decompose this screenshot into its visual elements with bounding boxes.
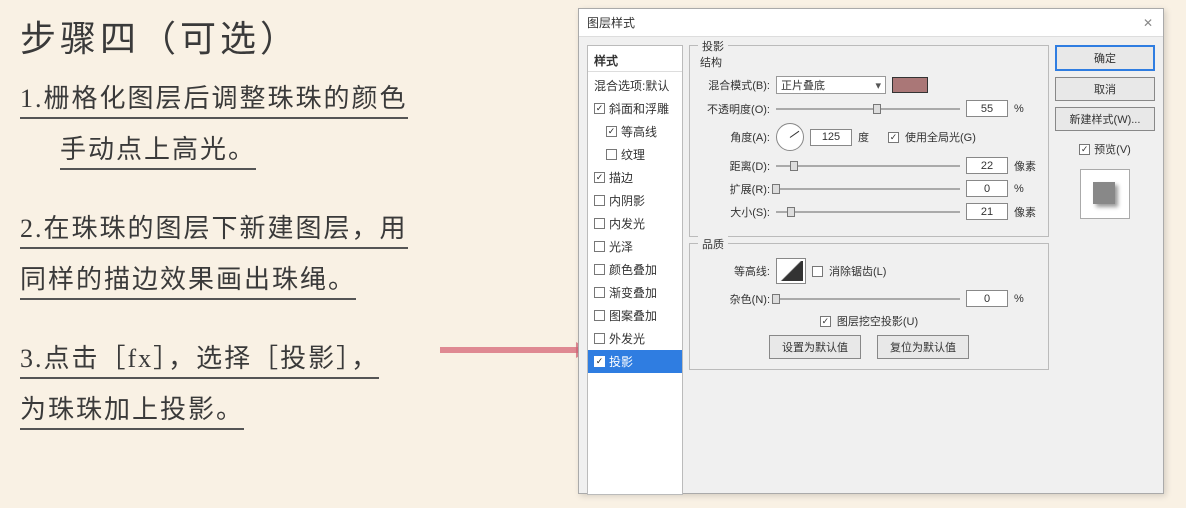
preview-label: 预览(V) — [1094, 141, 1131, 157]
contour-picker[interactable] — [776, 258, 806, 284]
styles-header: 样式 — [588, 50, 682, 72]
style-item-gradientoverlay[interactable]: 渐变叠加 — [588, 281, 682, 304]
angle-value[interactable]: 125 — [810, 129, 852, 146]
step-title: 步骤四（可选） — [20, 10, 560, 62]
opacity-slider[interactable] — [776, 108, 960, 110]
note-line: 手动点上高光。 — [60, 125, 256, 170]
distance-label: 距离(D): — [700, 158, 770, 174]
style-item-outerglow[interactable]: 外发光 — [588, 327, 682, 350]
style-item-satin[interactable]: 光泽 — [588, 235, 682, 258]
note-line: 为珠珠加上投影。 — [20, 385, 244, 430]
opacity-label: 不透明度(O): — [700, 101, 770, 117]
shadow-color-swatch[interactable] — [892, 77, 928, 93]
new-style-button[interactable]: 新建样式(W)... — [1055, 107, 1155, 131]
noise-value[interactable]: 0 — [966, 290, 1008, 307]
style-item-bevel[interactable]: 斜面和浮雕 — [588, 97, 682, 120]
tutorial-notes: 步骤四（可选） 1.栅格化图层后调整珠珠的颜色 手动点上高光。 2.在珠珠的图层… — [20, 10, 560, 464]
style-item-patternoverlay[interactable]: 图案叠加 — [588, 304, 682, 327]
dialog-right-column: 确定 取消 新建样式(W)... 预览(V) — [1055, 45, 1155, 495]
quality-group: 品质 等高线: 消除锯齿(L) 杂色(N): 0 % 图层挖空投影(U) — [689, 243, 1049, 370]
checkbox-icon[interactable] — [594, 287, 605, 298]
dialog-title: 图层样式 — [587, 14, 635, 31]
checkbox-icon[interactable] — [606, 149, 617, 160]
note-line: 1.栅格化图层后调整珠珠的颜色 — [20, 74, 408, 119]
distance-slider[interactable] — [776, 165, 960, 167]
checkbox-icon[interactable] — [606, 126, 617, 137]
make-default-button[interactable]: 设置为默认值 — [769, 335, 861, 359]
checkbox-icon[interactable] — [594, 264, 605, 275]
distance-value[interactable]: 22 — [966, 157, 1008, 174]
cancel-button[interactable]: 取消 — [1055, 77, 1155, 101]
preview-thumbnail — [1080, 169, 1130, 219]
dialog-titlebar: 图层样式 ✕ — [579, 9, 1163, 37]
note-line: 2.在珠珠的图层下新建图层，用 — [20, 204, 408, 249]
blend-mode-label: 混合模式(B): — [700, 77, 770, 93]
global-light-label: 使用全局光(G) — [905, 129, 976, 145]
size-value[interactable]: 21 — [966, 203, 1008, 220]
angle-label: 角度(A): — [700, 129, 770, 145]
checkbox-icon[interactable] — [594, 333, 605, 344]
style-item-innershadow[interactable]: 内阴影 — [588, 189, 682, 212]
knockout-checkbox[interactable] — [820, 316, 831, 327]
reset-default-button[interactable]: 复位为默认值 — [877, 335, 969, 359]
size-label: 大小(S): — [700, 204, 770, 220]
blend-options-item[interactable]: 混合选项:默认 — [588, 74, 682, 97]
close-icon[interactable]: ✕ — [1141, 16, 1155, 30]
preview-checkbox[interactable] — [1079, 144, 1090, 155]
contour-label: 等高线: — [700, 263, 770, 279]
note-line: 同样的描边效果画出珠绳。 — [20, 255, 356, 300]
blend-mode-select[interactable]: 正片叠底 — [776, 76, 886, 94]
checkbox-icon[interactable] — [594, 195, 605, 206]
noise-label: 杂色(N): — [700, 291, 770, 307]
knockout-label: 图层挖空投影(U) — [837, 313, 918, 329]
angle-dial[interactable] — [776, 123, 804, 151]
checkbox-icon[interactable] — [594, 356, 605, 367]
checkbox-icon[interactable] — [594, 172, 605, 183]
structure-group: 投影 结构 混合模式(B): 正片叠底 不透明度(O): 55 % 角度(A):… — [689, 45, 1049, 237]
antialias-label: 消除锯齿(L) — [829, 263, 886, 279]
checkbox-icon[interactable] — [594, 103, 605, 114]
style-item-coloroverlay[interactable]: 颜色叠加 — [588, 258, 682, 281]
item-label: 混合选项:默认 — [594, 77, 669, 94]
styles-list: 样式 混合选项:默认 斜面和浮雕 等高线 纹理 描边 内阴影 内发光 光泽 颜色… — [587, 45, 683, 495]
style-item-stroke[interactable]: 描边 — [588, 166, 682, 189]
style-item-texture[interactable]: 纹理 — [588, 143, 682, 166]
spread-slider[interactable] — [776, 188, 960, 190]
size-slider[interactable] — [776, 211, 960, 213]
spread-label: 扩展(R): — [700, 181, 770, 197]
checkbox-icon[interactable] — [594, 218, 605, 229]
group-sublabel: 结构 — [700, 54, 1038, 70]
layer-style-dialog: 图层样式 ✕ 样式 混合选项:默认 斜面和浮雕 等高线 纹理 描边 内阴影 内发… — [578, 8, 1164, 494]
checkbox-icon[interactable] — [594, 241, 605, 252]
global-light-checkbox[interactable] — [888, 132, 899, 143]
style-item-innerglow[interactable]: 内发光 — [588, 212, 682, 235]
note-line: 3.点击［fx］，选择［投影］， — [20, 334, 379, 379]
opacity-value[interactable]: 55 — [966, 100, 1008, 117]
style-item-contour[interactable]: 等高线 — [588, 120, 682, 143]
group-legend: 投影 — [698, 38, 728, 54]
spread-value[interactable]: 0 — [966, 180, 1008, 197]
style-item-dropshadow[interactable]: 投影 — [588, 350, 682, 373]
noise-slider[interactable] — [776, 298, 960, 300]
antialias-checkbox[interactable] — [812, 266, 823, 277]
checkbox-icon[interactable] — [594, 310, 605, 321]
ok-button[interactable]: 确定 — [1055, 45, 1155, 71]
group-legend: 品质 — [698, 236, 728, 252]
